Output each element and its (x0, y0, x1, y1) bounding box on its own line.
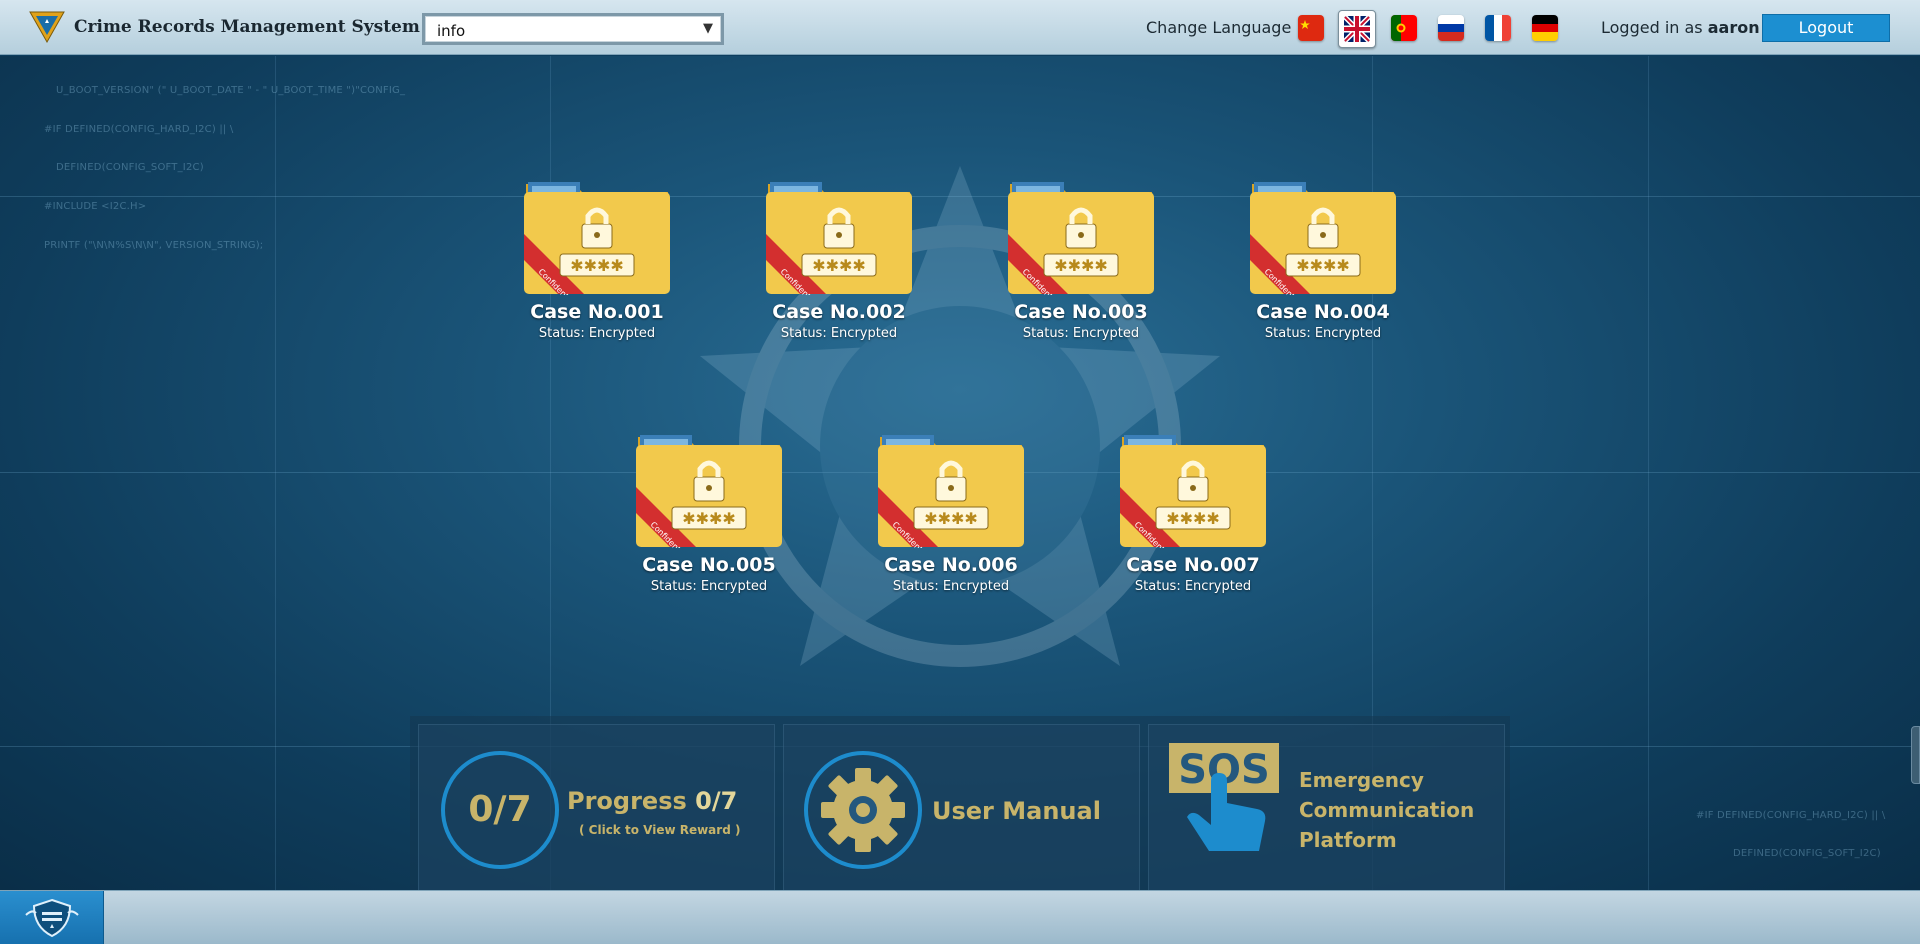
case-title: Case No.005 (642, 554, 776, 576)
locked-folder-icon: Confidential✱✱✱✱ (524, 182, 670, 295)
case-title: Case No.007 (1126, 554, 1260, 576)
progress-label: Progress 0/7 (567, 787, 737, 815)
locked-folder-icon: Confidential✱✱✱✱ (766, 182, 912, 295)
app-logo-icon (29, 11, 65, 44)
code-text: DEFINED(CONFIG_SOFT_I2C) (1733, 848, 1881, 859)
select-value: info (437, 22, 466, 40)
svg-text:✱✱✱✱: ✱✱✱✱ (1166, 509, 1220, 528)
case-folder-7[interactable]: Confidential ✱✱✱✱ Case No.007 Status: Encry… (1118, 431, 1268, 594)
svg-text:✱✱✱✱: ✱✱✱✱ (1296, 256, 1350, 275)
user-manual-panel[interactable]: User Manual (783, 724, 1140, 898)
taskbar (0, 890, 1920, 944)
top-bar: Crime Records Management System V1.3 inf… (0, 0, 1920, 55)
gear-icon (804, 751, 922, 869)
case-title: Case No.001 (530, 301, 664, 323)
chevron-down-icon: ▼ (703, 21, 713, 36)
case-status: Status: Encrypted (780, 326, 898, 341)
grid-line (1648, 56, 1649, 890)
russia-flag-icon[interactable] (1438, 15, 1464, 41)
code-text: U_BOOT_VERSION" (" U_BOOT_DATE " - " U_B… (56, 85, 406, 96)
progress-value: 0/7 (695, 787, 738, 815)
logout-button[interactable]: Logout (1762, 14, 1890, 42)
case-status: Status: Encrypted (1264, 326, 1382, 341)
logged-in-prefix: Logged in as (1601, 18, 1703, 37)
app-title: Crime Records Management System V1.3 (74, 17, 469, 37)
start-button[interactable] (0, 891, 104, 944)
progress-sublabel: ( Click to View Reward ) (579, 823, 741, 837)
code-text: #INCLUDE <I2C.H> (44, 201, 147, 212)
change-language-label: Change Language : (1146, 18, 1302, 37)
case-status: Status: Encrypted (538, 326, 656, 341)
uk-flag-icon[interactable] (1338, 10, 1376, 48)
case-status: Status: Encrypted (1134, 579, 1252, 594)
emergency-label-line: Emergency (1299, 768, 1424, 792)
locked-folder-icon: Confidential✱✱✱✱ (1250, 182, 1396, 295)
case-title: Case No.002 (772, 301, 906, 323)
portugal-flag-icon[interactable] (1391, 15, 1417, 41)
code-text: #IF DEFINED(CONFIG_HARD_I2C) || \ (1696, 810, 1886, 821)
progress-ring: 0/7 (441, 751, 559, 869)
case-status: Status: Encrypted (1022, 326, 1140, 341)
side-panel-handle[interactable] (1911, 726, 1920, 784)
case-status: Status: Encrypted (650, 579, 768, 594)
svg-text:✱✱✱✱: ✱✱✱✱ (682, 509, 736, 528)
grid-line (275, 56, 276, 890)
case-type-select[interactable]: info ▼ (422, 13, 724, 45)
case-title: Case No.006 (884, 554, 1018, 576)
user-manual-label: User Manual (932, 797, 1101, 825)
bottom-panel-bar: 0/7 Progress 0/7 ( Click to View Reward … (410, 716, 1510, 898)
svg-text:✱✱✱✱: ✱✱✱✱ (812, 256, 866, 275)
progress-panel[interactable]: 0/7 Progress 0/7 ( Click to View Reward … (418, 724, 775, 898)
code-text: #IF DEFINED(CONFIG_HARD_I2C) || \ (44, 124, 234, 135)
sos-hand-icon: SOS (1169, 743, 1279, 851)
emergency-label: Emergency Communication Platform (1299, 765, 1479, 855)
germany-flag-icon[interactable] (1532, 15, 1558, 41)
locked-folder-icon: Confidential✱✱✱✱ (878, 435, 1024, 548)
police-shield-icon (25, 898, 79, 938)
svg-text:✱✱✱✱: ✱✱✱✱ (1054, 256, 1108, 275)
case-folder-2[interactable]: Confidential ✱✱✱✱ Case No.002 Status: Encry… (764, 178, 914, 341)
code-text: PRINTF ("\N\N%S\N\N", VERSION_STRING); (44, 240, 264, 251)
case-folder-3[interactable]: Confidential ✱✱✱✱ Case No.003 Status: Encry… (1006, 178, 1156, 341)
logged-in-label: Logged in as aaron (1601, 18, 1760, 37)
chinese-flag-icon[interactable] (1298, 15, 1324, 41)
username: aaron (1707, 18, 1760, 37)
case-folder-1[interactable]: Confidential ✱✱✱✱ Case No.001 Status: Encry… (522, 178, 672, 341)
emergency-panel[interactable]: SOS Emergency Communication Platform (1148, 724, 1505, 898)
svg-text:✱✱✱✱: ✱✱✱✱ (570, 256, 624, 275)
emergency-label-line: Platform (1299, 828, 1397, 852)
progress-label-text: Progress (567, 787, 687, 815)
case-title: Case No.003 (1014, 301, 1148, 323)
case-folder-5[interactable]: Confidential ✱✱✱✱ Case No.005 Status: Encry… (634, 431, 784, 594)
case-status: Status: Encrypted (892, 579, 1010, 594)
emergency-label-line: Communication (1299, 798, 1475, 822)
svg-text:✱✱✱✱: ✱✱✱✱ (924, 509, 978, 528)
locked-folder-icon: Confidential✱✱✱✱ (1008, 182, 1154, 295)
locked-folder-icon: Confidential✱✱✱✱ (636, 435, 782, 548)
case-folder-6[interactable]: Confidential ✱✱✱✱ Case No.006 Status: Encry… (876, 431, 1026, 594)
locked-folder-icon: Confidential✱✱✱✱ (1120, 435, 1266, 548)
case-folder-4[interactable]: Confidential ✱✱✱✱ Case No.004 Status: Encry… (1248, 178, 1398, 341)
case-title: Case No.004 (1256, 301, 1390, 323)
france-flag-icon[interactable] (1485, 15, 1511, 41)
code-text: DEFINED(CONFIG_SOFT_I2C) (56, 162, 204, 173)
